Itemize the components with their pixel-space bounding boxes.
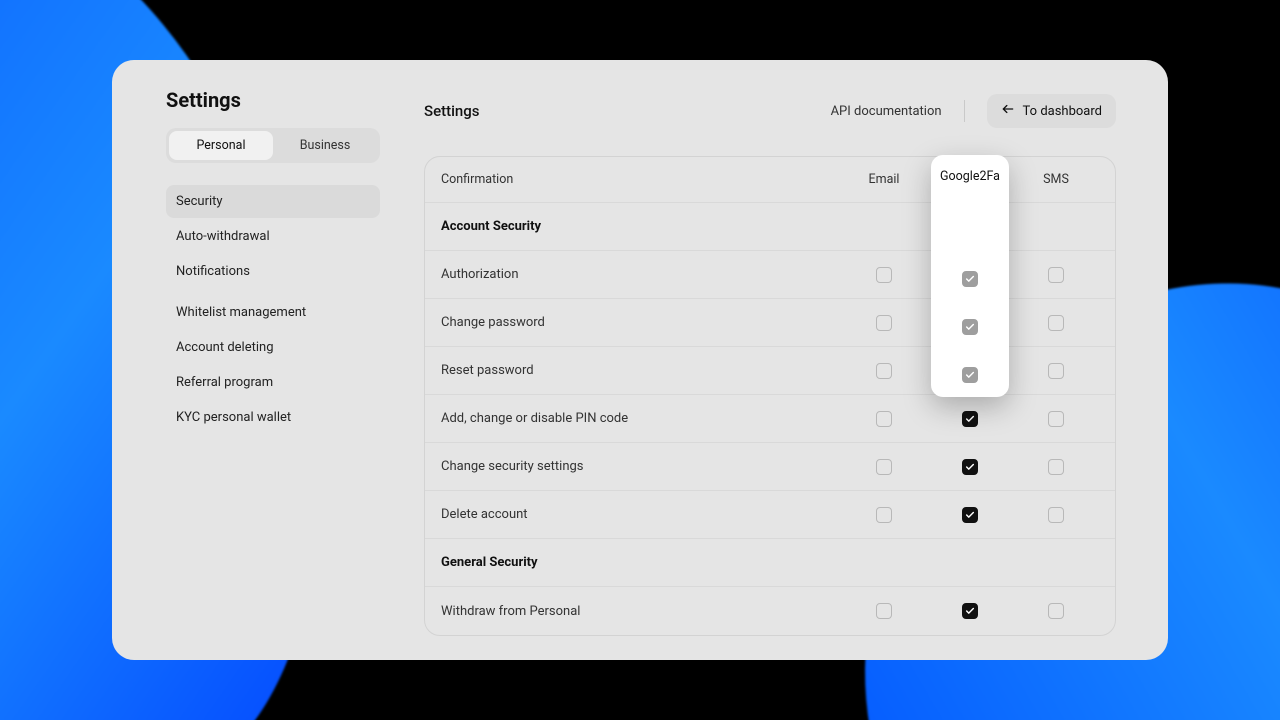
cell-sms: [1013, 507, 1099, 523]
arrow-left-icon: [1001, 102, 1015, 120]
col-sms: SMS: [1013, 172, 1099, 187]
col-email: Email: [841, 172, 927, 187]
row-label: Authorization: [441, 267, 841, 282]
row-label: Reset password: [441, 363, 841, 378]
cell-google2fa: [927, 507, 1013, 523]
sms-checkbox[interactable]: [1048, 459, 1064, 475]
col-confirmation: Confirmation: [441, 172, 841, 187]
table-header-row: Confirmation Email Google2Fa SMS: [425, 157, 1115, 203]
google2fa-checkbox[interactable]: [962, 507, 978, 523]
row-label: Change security settings: [441, 459, 841, 474]
email-checkbox[interactable]: [876, 267, 892, 283]
section-title: Account Security: [441, 219, 841, 234]
sidebar-item-auto-withdrawal[interactable]: Auto-withdrawal: [166, 220, 380, 253]
email-checkbox[interactable]: [876, 507, 892, 523]
email-checkbox[interactable]: [876, 603, 892, 619]
table-row: Delete account: [425, 491, 1115, 539]
main-panel: Settings API documentation To dashboard …: [392, 60, 1168, 660]
table-row: Authorization: [425, 251, 1115, 299]
table-row: Reset password: [425, 347, 1115, 395]
section-header: Account Security: [425, 203, 1115, 251]
account-type-tabs: Personal Business: [166, 128, 380, 163]
sidebar-item-referral-program[interactable]: Referral program: [166, 366, 380, 399]
tab-business[interactable]: Business: [273, 131, 377, 160]
cell-email: [841, 315, 927, 331]
google2fa-checkbox[interactable]: [962, 603, 978, 619]
table-row: Withdraw from Personal: [425, 587, 1115, 635]
section-title: General Security: [441, 555, 841, 570]
sidebar-nav: SecurityAuto-withdrawalNotificationsWhit…: [166, 185, 372, 434]
sidebar: Settings Personal Business SecurityAuto-…: [112, 60, 392, 660]
cell-sms: [1013, 363, 1099, 379]
popover-title: Google2Fa: [940, 169, 1000, 184]
table-row: Change password: [425, 299, 1115, 347]
sms-checkbox[interactable]: [1048, 267, 1064, 283]
row-label: Delete account: [441, 507, 841, 522]
cell-google2fa: [927, 459, 1013, 475]
cell-google2fa: [927, 411, 1013, 427]
cell-email: [841, 267, 927, 283]
google2fa-checkbox[interactable]: [962, 411, 978, 427]
popover-google2fa-checkbox[interactable]: [962, 271, 978, 287]
cell-email: [841, 603, 927, 619]
google2fa-highlight-popover: Google2Fa: [931, 155, 1009, 397]
email-checkbox[interactable]: [876, 363, 892, 379]
google2fa-checkbox[interactable]: [962, 459, 978, 475]
cell-sms: [1013, 459, 1099, 475]
email-checkbox[interactable]: [876, 315, 892, 331]
sidebar-item-account-deleting[interactable]: Account deleting: [166, 331, 380, 364]
api-documentation-link[interactable]: API documentation: [831, 104, 942, 119]
sidebar-item-security[interactable]: Security: [166, 185, 380, 218]
sms-checkbox[interactable]: [1048, 315, 1064, 331]
cell-sms: [1013, 603, 1099, 619]
sms-checkbox[interactable]: [1048, 363, 1064, 379]
security-settings-table: Confirmation Email Google2Fa SMS Account…: [424, 156, 1116, 636]
cell-email: [841, 363, 927, 379]
sidebar-item-whitelist-management[interactable]: Whitelist management: [166, 296, 380, 329]
email-checkbox[interactable]: [876, 459, 892, 475]
table-row: Change security settings: [425, 443, 1115, 491]
cell-email: [841, 459, 927, 475]
table-row: Add, change or disable PIN code: [425, 395, 1115, 443]
popover-google2fa-checkbox[interactable]: [962, 367, 978, 383]
settings-window: Settings Personal Business SecurityAuto-…: [112, 60, 1168, 660]
cell-sms: [1013, 267, 1099, 283]
divider: [964, 100, 965, 122]
popover-google2fa-checkbox[interactable]: [962, 319, 978, 335]
to-dashboard-button[interactable]: To dashboard: [987, 94, 1116, 128]
to-dashboard-label: To dashboard: [1023, 104, 1102, 119]
row-label: Withdraw from Personal: [441, 604, 841, 619]
cell-email: [841, 411, 927, 427]
tab-personal[interactable]: Personal: [169, 131, 273, 160]
sidebar-item-kyc-personal-wallet[interactable]: KYC personal wallet: [166, 401, 380, 434]
main-header: Settings API documentation To dashboard: [392, 60, 1168, 156]
row-label: Change password: [441, 315, 841, 330]
page-title: Settings: [424, 102, 831, 120]
cell-sms: [1013, 315, 1099, 331]
sidebar-heading: Settings: [166, 88, 372, 112]
sidebar-item-notifications[interactable]: Notifications: [166, 255, 380, 288]
cell-google2fa: [927, 603, 1013, 619]
row-label: Add, change or disable PIN code: [441, 411, 841, 426]
sms-checkbox[interactable]: [1048, 603, 1064, 619]
cell-email: [841, 507, 927, 523]
sms-checkbox[interactable]: [1048, 507, 1064, 523]
email-checkbox[interactable]: [876, 411, 892, 427]
cell-sms: [1013, 411, 1099, 427]
section-header: General Security: [425, 539, 1115, 587]
sms-checkbox[interactable]: [1048, 411, 1064, 427]
